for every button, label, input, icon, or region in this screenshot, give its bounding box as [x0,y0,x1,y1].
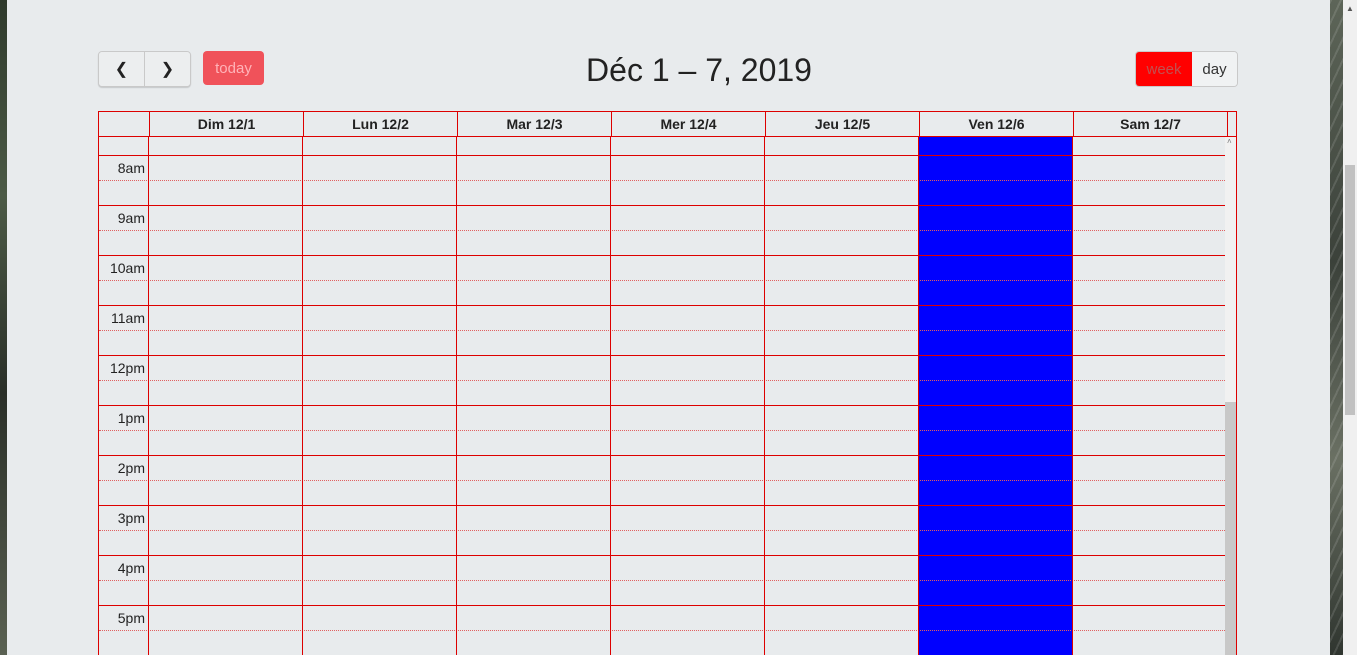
nav-button-group: ❮ ❯ [98,51,191,87]
time-label: 2pm [117,460,145,476]
hour-line [99,205,1225,206]
column-line [918,137,919,655]
time-grid[interactable]: 8am 9am 10am 11am 12pm 1pm 2pm 3pm 4pm 5pm [99,137,1227,655]
page-scroll-thumb[interactable] [1345,165,1355,415]
day-header-3[interactable]: Mer 12/4 [611,112,765,136]
column-line [148,137,149,655]
hour-line [99,455,1225,456]
half-hour-line [99,530,1225,531]
day-header-6[interactable]: Sam 12/7 [1073,112,1227,136]
next-button[interactable]: ❯ [144,52,190,86]
day-header-0[interactable]: Dim 12/1 [149,112,303,136]
column-line [1072,137,1073,655]
hour-line [99,605,1225,606]
hour-line [99,505,1225,506]
hour-line [99,155,1225,156]
time-label: 1pm [117,410,145,426]
page-scrollbar[interactable]: ▲ [1343,0,1357,655]
header-gutter [99,112,149,136]
column-line [610,137,611,655]
today-button[interactable]: today [203,51,264,85]
half-hour-line [99,330,1225,331]
chevron-left-icon: ❮ [114,61,129,78]
column-line [456,137,457,655]
scroll-up-arrow-icon[interactable]: ▲ [1346,4,1354,13]
column-line [302,137,303,655]
prev-button[interactable]: ❮ [99,52,144,86]
day-header-1[interactable]: Lun 12/2 [303,112,457,136]
half-hour-line [99,180,1225,181]
time-label: 3pm [117,510,145,526]
time-label: 9am [117,210,145,226]
calendar-scrollbar[interactable]: ˄ [1225,137,1236,655]
header-scroll-spacer [1227,112,1236,136]
time-label: 4pm [117,560,145,576]
view-switcher: week day [1135,51,1238,87]
time-label: 8am [117,160,145,176]
hour-line [99,305,1225,306]
hour-line [99,555,1225,556]
day-header-4[interactable]: Jeu 12/5 [765,112,919,136]
hour-line [99,355,1225,356]
column-line [764,137,765,655]
half-hour-line [99,630,1225,631]
today-column-highlight [919,137,1073,655]
time-label: 12pm [109,360,145,376]
time-label: 11am [111,310,145,326]
half-hour-line [99,280,1225,281]
day-header-2[interactable]: Mar 12/3 [457,112,611,136]
half-hour-line [99,430,1225,431]
chevron-right-icon: ❯ [160,61,175,78]
day-header-5[interactable]: Ven 12/6 [919,112,1073,136]
day-header-row: Dim 12/1 Lun 12/2 Mar 12/3 Mer 12/4 Jeu 12/5… [99,112,1236,137]
day-view-button[interactable]: day [1192,52,1237,86]
background-photo-left [0,0,7,655]
hour-line [99,405,1225,406]
time-label: 10am [109,260,145,276]
hour-line [99,255,1225,256]
week-view-button[interactable]: week [1136,52,1192,86]
half-hour-line [99,480,1225,481]
week-calendar: Dim 12/1 Lun 12/2 Mar 12/3 Mer 12/4 Jeu 12/5… [98,111,1237,655]
half-hour-line [99,380,1225,381]
half-hour-line [99,580,1225,581]
calendar-title: Déc 1 – 7, 2019 [586,52,812,88]
time-label: 5pm [117,610,145,626]
calendar-scroll-thumb[interactable] [1225,402,1236,655]
scroll-up-icon[interactable]: ˄ [1227,137,1232,146]
half-hour-line [99,230,1225,231]
page: ❮ ❯ today Déc 1 – 7, 2019 week day Dim 1… [7,0,1330,655]
